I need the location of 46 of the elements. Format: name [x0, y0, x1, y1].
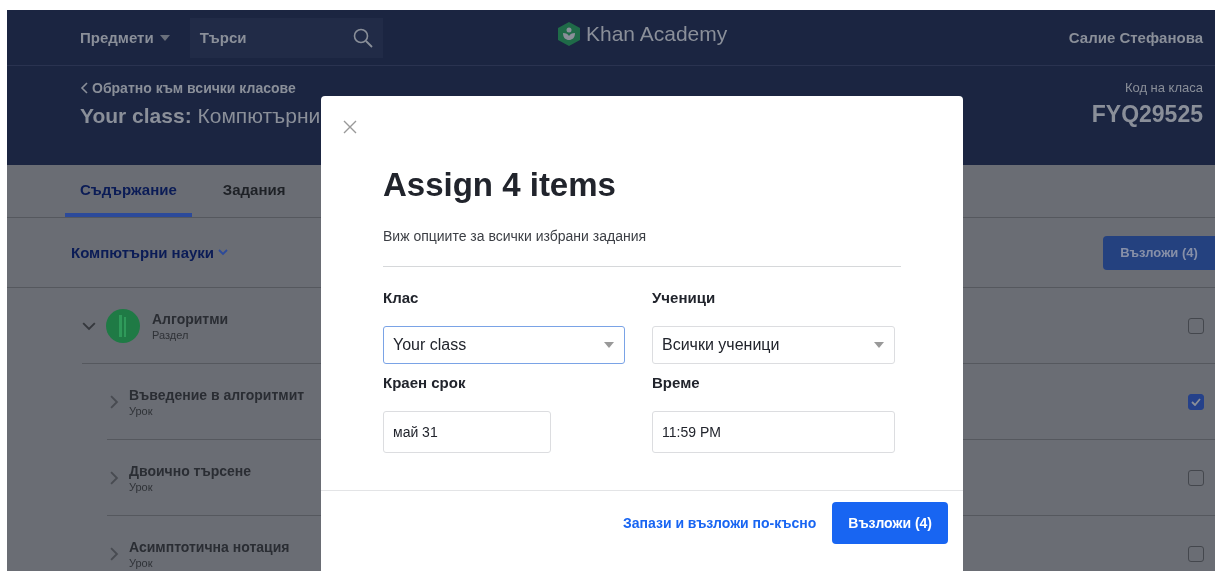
search-icon	[352, 27, 373, 48]
field-label: Клас	[383, 289, 420, 306]
assign-button[interactable]: Възложи (4)	[1103, 235, 1215, 270]
item-title[interactable]: Алгоритми	[152, 310, 229, 327]
class-code: FYQ29525	[1091, 101, 1203, 128]
date-field[interactable]: май 31	[383, 411, 551, 453]
time-field[interactable]: 11:59 PM	[652, 411, 895, 453]
dropdown[interactable]: Your class	[383, 326, 625, 364]
tab[interactable]: Задания	[207, 165, 301, 217]
item-type: Раздел	[152, 328, 190, 341]
dropdown[interactable]: Всички ученици	[652, 326, 895, 364]
unit-icon	[106, 308, 140, 343]
user-name[interactable]: Салие Стефанова	[1068, 29, 1203, 46]
save-later-link[interactable]: Запази и възложи по-късно	[622, 515, 817, 531]
subjects-menu[interactable]: Предмети	[80, 29, 170, 46]
checkbox[interactable]	[1188, 545, 1204, 562]
item-title[interactable]: Асимптотична нотация	[129, 538, 290, 555]
dialog-subtitle: Виж опциите за всички избрани задания	[383, 228, 901, 267]
chevron-left-icon	[80, 82, 88, 94]
field-label: Краен срок	[383, 374, 467, 391]
caret-icon	[874, 342, 884, 348]
search-field[interactable]: Търси	[189, 17, 383, 58]
tab[interactable]: Съдържание	[65, 165, 192, 217]
item-type: Урок	[129, 480, 154, 493]
dialog-title: Assign 4 items	[383, 166, 617, 204]
class-code-label: Код на класа	[1124, 80, 1203, 95]
assign-button[interactable]: Възложи (4)	[832, 502, 948, 544]
item-title[interactable]: Двоично търсене	[129, 462, 251, 479]
field-label: Ученици	[652, 289, 717, 306]
item-type: Урок	[129, 404, 154, 417]
checkbox[interactable]	[1188, 393, 1204, 410]
course-dropdown[interactable]: Компютърни науки	[71, 244, 229, 261]
class-title: Your class: Компютърни	[80, 104, 320, 128]
logo-icon	[558, 22, 580, 46]
chevron-down-icon	[218, 249, 229, 256]
logo-text[interactable]: Khan Academy	[586, 22, 728, 46]
close-icon[interactable]	[343, 120, 357, 134]
field-label: Време	[652, 374, 701, 391]
item-type: Урок	[129, 556, 154, 569]
checkbox[interactable]	[1188, 317, 1204, 334]
caret-icon	[159, 34, 170, 41]
checkbox[interactable]	[1188, 469, 1204, 486]
caret-icon	[604, 342, 614, 348]
back-link[interactable]: Обратно към всички класове	[80, 80, 320, 96]
check-icon	[1191, 397, 1201, 406]
item-title[interactable]: Въведение в алгоритмит	[129, 386, 305, 403]
